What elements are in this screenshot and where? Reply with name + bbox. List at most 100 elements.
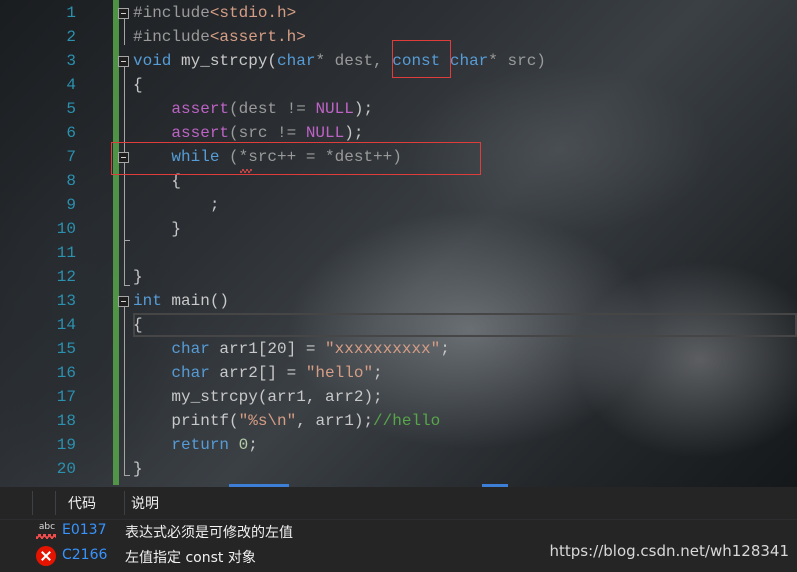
code-line[interactable]: assert(dest != NULL); [133,97,373,121]
outline-guide [124,19,125,45]
code-text: , arr1); [296,412,374,430]
string-literal: "hello" [305,364,374,382]
code-text: printf( [171,412,239,430]
keyword: char [171,364,210,382]
line-number: 7 [66,148,76,166]
code-line[interactable]: char arr2[] = "hello"; [133,361,383,385]
column-divider [124,491,125,515]
line-number: 4 [66,76,76,94]
code-line[interactable]: } [133,217,181,241]
line-number: 15 [56,340,76,358]
collapse-icon[interactable] [118,296,129,307]
code-line[interactable]: { [133,313,143,337]
keyword: return [171,436,230,454]
code-text: ; [373,364,383,382]
code-text: (src != [229,124,306,142]
macro: assert [171,100,230,118]
outline-guide [124,307,125,475]
line-number: 2 [66,28,76,46]
code-text: ); [353,100,374,118]
spell-squiggle-icon: abc [36,522,58,542]
line-number: 17 [56,388,76,406]
code-text: ; [248,436,258,454]
code-line[interactable]: } [133,265,143,289]
line-number: 19 [56,436,76,454]
error-squiggle [240,169,252,173]
include-path: <assert.h> [209,28,306,46]
code-text: ; [440,340,450,358]
code-line[interactable]: char arr1[20] = "xxxxxxxxxx"; [133,337,450,361]
collapse-icon[interactable] [118,56,129,67]
code-line[interactable]: void my_strcpy(char* dest, const char* s… [133,49,546,73]
keyword: int [133,292,162,310]
code-text: { [133,316,143,334]
code-line[interactable]: { [133,73,143,97]
line-number: 20 [56,460,76,478]
line-number: 3 [66,52,76,70]
line-number: 18 [56,412,76,430]
line-number: 12 [56,268,76,286]
code-line[interactable]: ; [133,193,220,217]
code-line[interactable]: } [133,457,143,481]
code-line[interactable]: #include<assert.h> [133,25,306,49]
code-text: } [133,460,143,478]
column-divider [55,491,56,515]
code-line[interactable]: printf("%s\n", arr1);//hello [133,409,440,433]
code-line[interactable]: #include<stdio.h> [133,1,296,25]
macro: NULL [305,124,345,142]
line-number: 1 [66,4,76,22]
keyword: char [277,52,316,70]
code-text: my_strcpy(arr1, arr2); [171,388,383,406]
comment: //hello [373,412,441,430]
code-text: } [133,268,143,286]
column-header-code[interactable]: 代码 [68,493,96,513]
error-code[interactable]: C2166 [62,547,107,563]
line-number: 11 [56,244,76,262]
string-literal: "xxxxxxxxxx" [325,340,441,358]
code-editor[interactable]: 1 2 3 4 5 6 7 8 9 10 11 12 13 14 15 16 1… [0,0,797,487]
keyword: void [133,52,172,70]
number-literal: 0 [229,436,249,454]
change-tracking-bar [113,0,119,485]
while-highlight-box [111,142,481,175]
error-list-panel: 代码 说明 abc E0137 表达式必须是可修改的左值 C2166 左值指定 … [0,487,797,572]
keyword: char [171,340,210,358]
column-header-description[interactable]: 说明 [131,493,159,513]
code-text: arr2[] = [209,364,306,382]
error-description: 表达式必须是可修改的左值 [125,525,293,541]
collapse-icon[interactable] [118,8,129,19]
preprocessor-token: #include [133,28,210,46]
code-text: { [133,76,143,94]
line-number: 9 [66,196,76,214]
string-literal: "%s\n" [238,412,297,430]
preprocessor-token: #include [133,4,210,22]
code-line[interactable]: my_strcpy(arr1, arr2); [133,385,383,409]
current-line-highlight [133,313,797,337]
outline-guide-end [124,475,130,476]
include-path: <stdio.h> [209,4,297,22]
column-divider [32,491,33,515]
code-text: ); [344,124,364,142]
line-number: 6 [66,124,76,142]
code-text: arr1[20] = [209,340,326,358]
outline-guide-end [124,285,130,286]
error-x-icon [36,546,56,566]
macro: assert [171,124,230,142]
code-text: } [171,220,182,238]
line-number: 10 [56,220,76,238]
code-text: * dest, [315,52,393,70]
outline-guide [124,67,125,285]
code-text: (dest != [229,100,316,118]
code-text: main() [161,292,230,310]
error-code[interactable]: E0137 [62,522,106,538]
code-text: my_strcpy( [171,52,278,70]
line-number: 8 [66,172,76,190]
macro: NULL [315,100,354,118]
line-number: 16 [56,364,76,382]
code-line[interactable]: return 0; [133,433,258,457]
const-highlight-box [392,40,451,78]
watermark: https://blog.csdn.net/wh128341 [549,542,790,560]
error-description: 左值指定 const 对象 [125,550,256,566]
code-line[interactable]: int main() [133,289,229,313]
line-number: 5 [66,100,76,118]
